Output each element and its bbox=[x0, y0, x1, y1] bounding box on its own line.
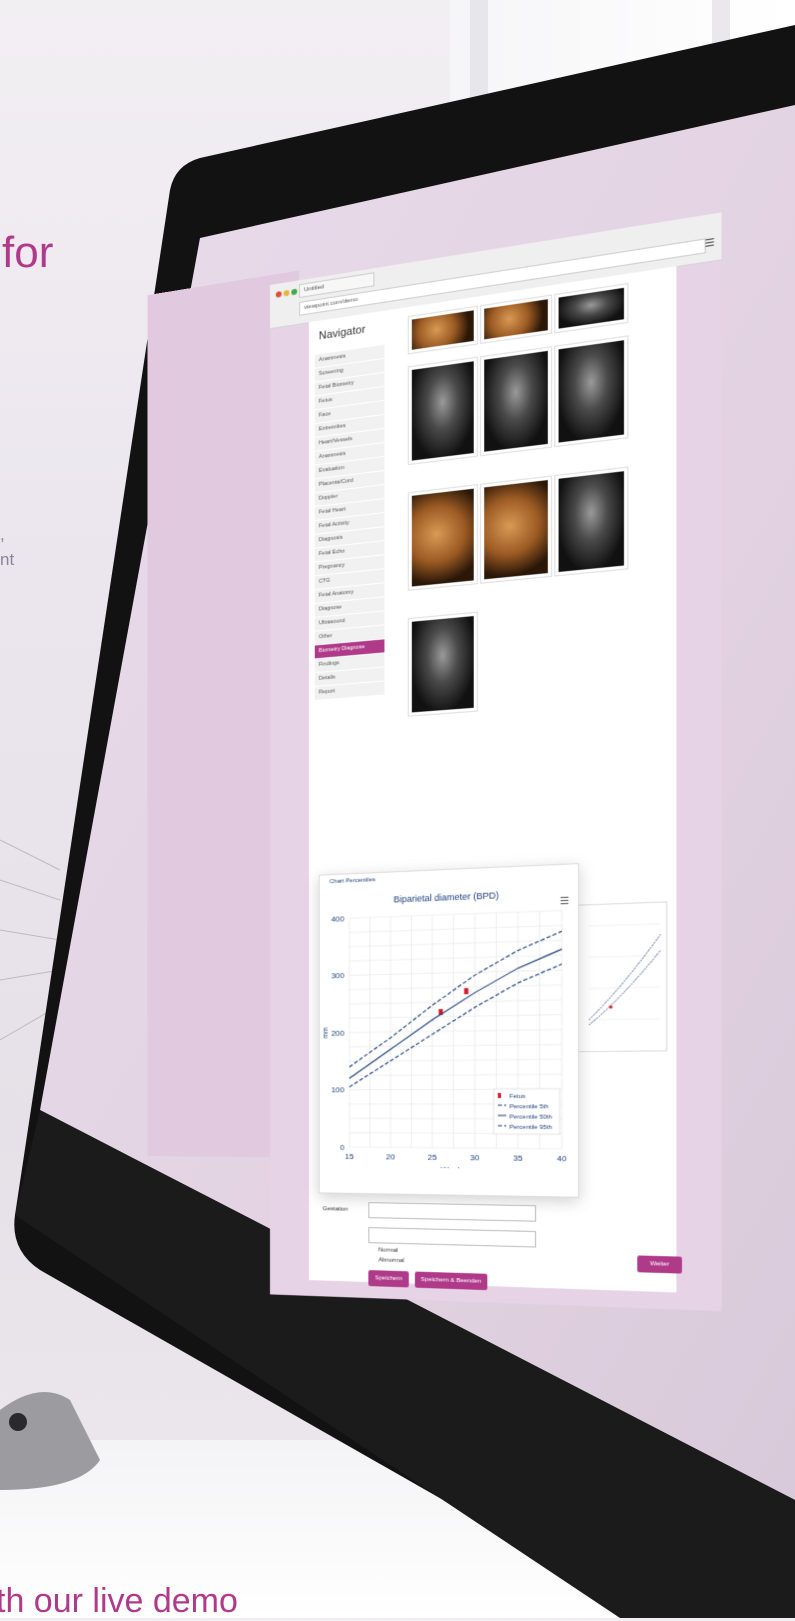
gestation-label: Gestation bbox=[323, 1206, 348, 1212]
grid-line bbox=[349, 1147, 561, 1149]
save-button[interactable]: Speichern bbox=[368, 1270, 408, 1287]
grid-line bbox=[349, 955, 561, 961]
ultrasound-thumbnail[interactable] bbox=[555, 337, 627, 446]
y-tick-label: 0 bbox=[340, 1143, 345, 1152]
x-tick-label: 40 bbox=[557, 1154, 567, 1164]
grid-line bbox=[349, 1074, 561, 1075]
x-tick-label: 35 bbox=[513, 1153, 523, 1163]
grid-line bbox=[349, 970, 561, 975]
x-tick-label: 20 bbox=[386, 1152, 396, 1161]
legend-swatch bbox=[498, 1093, 501, 1098]
grid-line bbox=[349, 1059, 561, 1061]
next-button[interactable]: Weiter bbox=[637, 1255, 682, 1273]
grid-line bbox=[349, 910, 561, 918]
footer-text: th our live demo bbox=[0, 1582, 238, 1621]
secondary-chart-plot bbox=[578, 902, 666, 1051]
save-close-button[interactable]: Speichern & Beenden bbox=[415, 1272, 487, 1291]
legend-label: Percentile 5th bbox=[509, 1104, 548, 1110]
ultrasound-3d-thumbnail[interactable] bbox=[481, 477, 551, 583]
x-tick-label: 15 bbox=[345, 1152, 355, 1161]
ultrasound-thumbnail[interactable] bbox=[481, 347, 551, 455]
checkbox-abnormal-label[interactable]: Abnormal bbox=[378, 1257, 404, 1264]
ultrasound-thumbnail[interactable] bbox=[409, 358, 477, 464]
y-tick-label: 200 bbox=[331, 1029, 345, 1038]
browser-screen: Untitled viewpoint.com/demo ☰ Navigator … bbox=[270, 212, 722, 1311]
grid-line bbox=[349, 925, 561, 932]
app-page: Navigator Anamnesis Screening Fetal Biom… bbox=[309, 266, 676, 1292]
ultrasound-thumbnail[interactable] bbox=[555, 284, 627, 332]
legend-label: Percentile 50th bbox=[509, 1114, 552, 1120]
comment-input[interactable] bbox=[368, 1227, 536, 1247]
ultrasound-thumbnail[interactable] bbox=[409, 307, 477, 353]
ultrasound-thumbnail[interactable] bbox=[481, 296, 551, 343]
gestation-input[interactable] bbox=[368, 1202, 536, 1222]
bpd-chart-plot: 1520253035400100200300400FetusPercentile… bbox=[320, 899, 578, 1169]
y-axis-label: mm bbox=[323, 1027, 330, 1039]
secondary-chart bbox=[577, 901, 667, 1052]
legend-label: Fetus bbox=[509, 1094, 525, 1100]
navigator-title: Navigator bbox=[319, 324, 366, 343]
x-axis-label: Weeks bbox=[441, 1165, 466, 1170]
browser-window: Untitled viewpoint.com/demo ☰ Navigator … bbox=[270, 214, 710, 1321]
grid-line bbox=[349, 1000, 561, 1004]
close-dot-icon[interactable] bbox=[276, 291, 282, 298]
checkbox-normal-label[interactable]: Normal bbox=[378, 1247, 398, 1254]
y-tick-label: 100 bbox=[331, 1086, 345, 1095]
navigator-list: Anamnesis Screening Fetal Biometry Fetus… bbox=[315, 345, 385, 701]
ultrasound-thumbnail[interactable] bbox=[409, 613, 477, 716]
series-line bbox=[349, 949, 561, 1078]
ultrasound-thumbnail[interactable] bbox=[555, 468, 627, 576]
hamburger-icon[interactable]: ☰ bbox=[705, 237, 715, 250]
maximize-dot-icon[interactable] bbox=[291, 289, 297, 296]
ultrasound-3d-thumbnail[interactable] bbox=[409, 485, 477, 590]
minimize-dot-icon[interactable] bbox=[284, 290, 290, 297]
grid-line bbox=[349, 1015, 561, 1019]
series-line bbox=[349, 964, 561, 1087]
legend-label: Percentile 95th bbox=[509, 1125, 552, 1131]
y-tick-label: 400 bbox=[331, 914, 345, 924]
chart-tab-label[interactable]: Chart Percentiles bbox=[330, 877, 376, 885]
chart-dialog: Chart Percentiles Biparietal diameter (B… bbox=[319, 863, 579, 1198]
y-tick-label: 300 bbox=[331, 971, 345, 980]
x-tick-label: 25 bbox=[428, 1153, 438, 1162]
fetus-data-point bbox=[464, 988, 468, 994]
x-tick-label: 30 bbox=[470, 1153, 480, 1162]
grid-line bbox=[349, 1030, 561, 1033]
